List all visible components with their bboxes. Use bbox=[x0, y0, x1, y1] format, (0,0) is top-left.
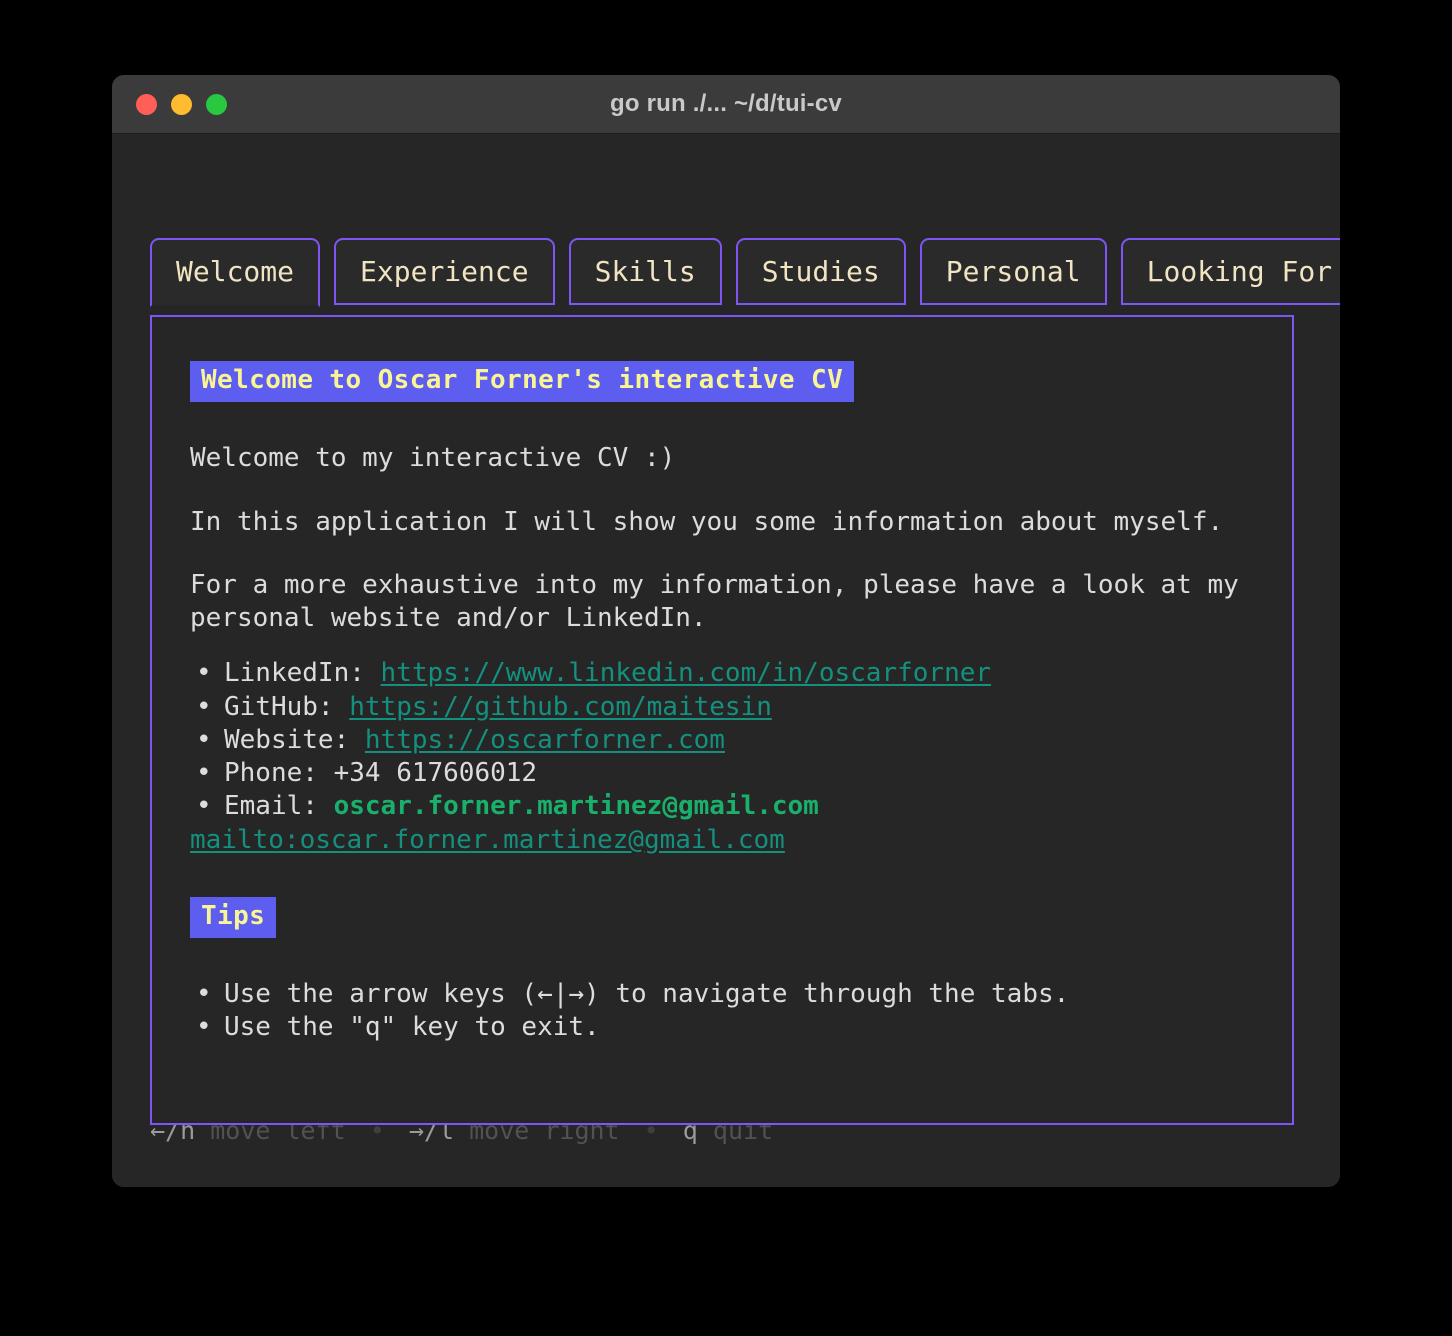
contact-label-linkedin: LinkedIn: bbox=[224, 658, 365, 689]
welcome-heading: Welcome to Oscar Forner's interactive CV bbox=[190, 361, 855, 403]
tab-bar: Welcome Experience Skills Studies Person… bbox=[150, 238, 1340, 307]
intro-paragraph-1: Welcome to my interactive CV :) bbox=[190, 443, 676, 474]
tab-skills[interactable]: Skills bbox=[568, 238, 722, 305]
minimize-window-button[interactable] bbox=[171, 93, 192, 115]
tab-welcome[interactable]: Welcome bbox=[150, 238, 321, 307]
terminal-window: go run ./... ~/d/tui-cv Welcome Experien… bbox=[112, 75, 1340, 1187]
contact-label-phone: Phone: bbox=[224, 758, 318, 789]
tab-looking-for-label: Looking For bbox=[1146, 255, 1333, 288]
intro-paragraph-2: In this application I will show you some… bbox=[190, 506, 1224, 537]
email-value: oscar.forner.martinez@gmail.com bbox=[333, 791, 819, 822]
linkedin-link[interactable]: https://www.linkedin.com/in/oscarforner bbox=[381, 658, 991, 688]
tab-studies-label: Studies bbox=[761, 255, 880, 288]
tab-personal-label: Personal bbox=[945, 255, 1081, 288]
tab-experience[interactable]: Experience bbox=[334, 238, 555, 305]
contact-item-email: Email: oscar.forner.martinez@gmail.com bbox=[190, 790, 1254, 824]
tip-item-navigate: Use the arrow keys (←|→) to navigate thr… bbox=[190, 978, 1254, 1012]
terminal-content: Welcome Experience Skills Studies Person… bbox=[112, 134, 1340, 1187]
contact-item-website: Website: https://oscarforner.com bbox=[190, 724, 1254, 758]
github-link[interactable]: https://github.com/maitesin bbox=[349, 692, 772, 722]
phone-value: +34 617606012 bbox=[333, 758, 538, 789]
contact-item-github: GitHub: https://github.com/maitesin bbox=[190, 691, 1254, 725]
contact-item-phone: Phone: +34 617606012 bbox=[190, 757, 1254, 791]
contact-label-email: Email: bbox=[224, 791, 318, 822]
contact-label-website: Website: bbox=[224, 724, 350, 755]
window-title: go run ./... ~/d/tui-cv bbox=[610, 90, 842, 117]
tab-personal[interactable]: Personal bbox=[919, 238, 1107, 305]
content-panel: Welcome to Oscar Forner's interactive CV… bbox=[150, 315, 1294, 1125]
tab-looking-for[interactable]: Looking For bbox=[1120, 238, 1340, 305]
website-link[interactable]: https://oscarforner.com bbox=[365, 725, 725, 755]
tab-studies[interactable]: Studies bbox=[735, 238, 906, 305]
tips-heading: Tips bbox=[190, 896, 277, 939]
content-body: Welcome to Oscar Forner's interactive CV… bbox=[152, 317, 1292, 1045]
traffic-light-group bbox=[136, 93, 227, 115]
zoom-window-button[interactable] bbox=[206, 93, 227, 115]
intro-paragraph-3: For a more exhaustive into my informatio… bbox=[190, 569, 1239, 634]
tab-skills-label: Skills bbox=[594, 255, 696, 288]
contact-label-github: GitHub: bbox=[224, 691, 334, 722]
tip-item-quit: Use the "q" key to exit. bbox=[190, 1011, 1254, 1045]
tab-experience-label: Experience bbox=[360, 255, 529, 288]
close-window-button[interactable] bbox=[136, 93, 157, 115]
tips-list: Use the arrow keys (←|→) to navigate thr… bbox=[190, 978, 1254, 1045]
tab-welcome-label: Welcome bbox=[176, 255, 295, 288]
mailto-link[interactable]: mailto:oscar.forner.martinez@gmail.com bbox=[190, 824, 1254, 857]
window-titlebar: go run ./... ~/d/tui-cv bbox=[112, 75, 1340, 134]
contact-list: LinkedIn: https://www.linkedin.com/in/os… bbox=[190, 657, 1254, 824]
contact-item-linkedin: LinkedIn: https://www.linkedin.com/in/os… bbox=[190, 657, 1254, 691]
